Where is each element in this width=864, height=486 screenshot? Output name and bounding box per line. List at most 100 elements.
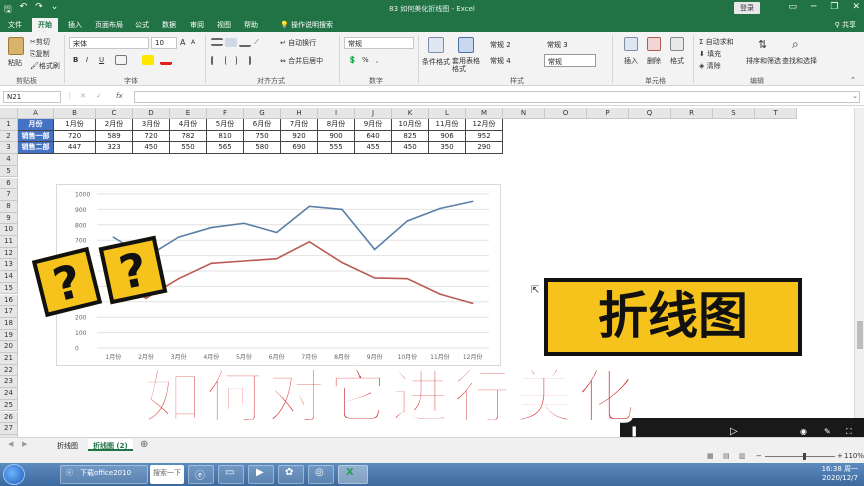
style-normal-3[interactable]: 常规 3 (544, 38, 596, 51)
table-cell[interactable]: 11月份 (429, 119, 466, 131)
style-normal-4[interactable]: 常规 4 (487, 54, 539, 67)
close-icon[interactable]: ✕ (852, 2, 860, 12)
shrink-font-button[interactable]: A (191, 39, 195, 46)
format-cells-icon[interactable] (670, 37, 684, 51)
row-header[interactable]: 26 (0, 411, 18, 424)
column-header[interactable]: E (170, 108, 207, 119)
column-header[interactable]: B (54, 108, 96, 119)
orientation-icon[interactable]: ⟋ (254, 38, 259, 47)
column-header[interactable]: T (755, 108, 797, 119)
conditional-format-label[interactable]: 条件格式 (422, 57, 450, 67)
row-header[interactable]: 15 (0, 282, 18, 295)
zoom-level[interactable]: 110% (844, 452, 864, 460)
data-point[interactable] (308, 205, 311, 208)
tab-home[interactable]: 开始 (32, 18, 58, 32)
row-header[interactable]: 11 (0, 236, 18, 248)
data-point[interactable] (243, 260, 245, 262)
table-cell[interactable]: 450 (392, 142, 429, 155)
insert-cells-icon[interactable] (624, 37, 638, 51)
align-center-icon[interactable] (225, 56, 237, 65)
grow-font-button[interactable]: A (180, 38, 185, 47)
sheet-tab-1[interactable]: 折线图 (52, 439, 83, 451)
fill-button[interactable]: ⬇ 填充 (699, 49, 721, 59)
row-header[interactable]: 12 (0, 247, 18, 260)
currency-icon[interactable]: 💲 (348, 56, 357, 64)
table-cell[interactable]: 455 (355, 142, 392, 155)
column-header[interactable]: L (429, 108, 466, 119)
page-break-icon[interactable]: ▥ (739, 452, 746, 460)
data-point[interactable] (145, 297, 147, 300)
row-header[interactable]: 17 (0, 306, 18, 318)
format-cells-label[interactable]: 格式 (670, 56, 684, 66)
column-header[interactable]: F (207, 108, 244, 119)
row-header[interactable]: 22 (0, 364, 18, 377)
table-cell[interactable]: 900 (318, 130, 355, 143)
row-header[interactable]: 1 (0, 119, 18, 131)
table-cell[interactable]: 5月份 (207, 119, 244, 131)
select-all-corner[interactable] (0, 108, 18, 119)
bold-button[interactable]: B (73, 56, 78, 64)
table-cell[interactable]: 10月份 (392, 119, 429, 131)
align-middle-icon[interactable] (225, 38, 237, 47)
column-header[interactable]: N (503, 108, 545, 119)
column-header[interactable]: P (587, 108, 629, 119)
paste-label[interactable]: 粘贴 (8, 58, 22, 68)
screenshot-icon[interactable]: ◉ (800, 427, 807, 436)
table-cell[interactable]: 450 (133, 142, 170, 155)
row-header[interactable]: 21 (0, 353, 18, 365)
row-header[interactable]: 4 (0, 154, 18, 166)
table-cell[interactable]: 2月份 (96, 119, 133, 131)
data-point[interactable] (471, 302, 474, 305)
sort-filter-label[interactable]: 排序和筛选 (746, 56, 781, 66)
enter-icon[interactable]: ✓ (96, 92, 102, 100)
data-point[interactable] (308, 240, 311, 243)
row-header[interactable]: 2 (0, 130, 18, 143)
format-painter-button[interactable]: 🖌格式刷 (30, 61, 60, 71)
underline-button[interactable]: U (99, 56, 104, 64)
delete-cells-label[interactable]: 删除 (647, 56, 661, 66)
restore-icon[interactable]: ❐ (830, 2, 838, 12)
data-point[interactable] (439, 293, 441, 295)
table-cell[interactable]: 6月份 (244, 119, 281, 131)
prev-sheet-icon[interactable]: ◀ (8, 440, 13, 448)
table-cell[interactable]: 350 (429, 142, 466, 155)
merge-center-button[interactable]: ⇔ 合并后居中 (280, 56, 323, 66)
table-cell[interactable]: 920 (281, 130, 318, 143)
table-cell[interactable]: 825 (392, 130, 429, 143)
table-cell[interactable]: 906 (429, 130, 466, 143)
column-header[interactable]: C (96, 108, 133, 119)
table-cell[interactable]: 323 (96, 142, 133, 155)
table-cell[interactable]: 月份 (18, 119, 54, 131)
font-name-select[interactable]: 宋体 (69, 37, 149, 49)
table-cell[interactable]: 447 (54, 142, 96, 155)
data-point[interactable] (341, 208, 343, 211)
row-header[interactable]: 25 (0, 399, 18, 412)
table-cell[interactable]: 12月份 (466, 119, 503, 131)
column-header[interactable]: H (281, 108, 318, 119)
row-header[interactable]: 8 (0, 200, 18, 213)
row-header[interactable]: 5 (0, 165, 18, 178)
fullscreen-icon[interactable]: ⛶ (846, 427, 852, 437)
column-header[interactable]: I (318, 108, 355, 119)
column-header[interactable]: A (18, 108, 54, 119)
table-cell[interactable]: 销售二部 (18, 142, 54, 155)
row-header[interactable]: 7 (0, 189, 18, 201)
table-cell[interactable]: 720 (133, 130, 170, 143)
share-button[interactable]: ⚲ 共享 (835, 20, 856, 30)
table-cell[interactable]: 4月份 (170, 119, 207, 131)
align-right-icon[interactable] (239, 56, 251, 65)
data-point[interactable] (341, 261, 343, 264)
tab-file[interactable]: 文件 (8, 20, 22, 30)
column-header[interactable]: G (244, 108, 281, 119)
tab-page-layout[interactable]: 页面布局 (95, 20, 123, 30)
row-header[interactable]: 23 (0, 376, 18, 389)
table-cell[interactable]: 580 (244, 142, 281, 155)
data-point[interactable] (177, 236, 180, 238)
font-size-select[interactable]: 10 (151, 37, 177, 49)
column-header[interactable]: K (392, 108, 429, 119)
table-cell[interactable]: 589 (96, 130, 133, 143)
ribbon-options-icon[interactable]: ▭ (788, 2, 797, 12)
data-point[interactable] (177, 277, 180, 280)
tell-me-search[interactable]: 💡 操作说明搜索 (280, 20, 333, 30)
table-cell[interactable]: 640 (355, 130, 392, 143)
